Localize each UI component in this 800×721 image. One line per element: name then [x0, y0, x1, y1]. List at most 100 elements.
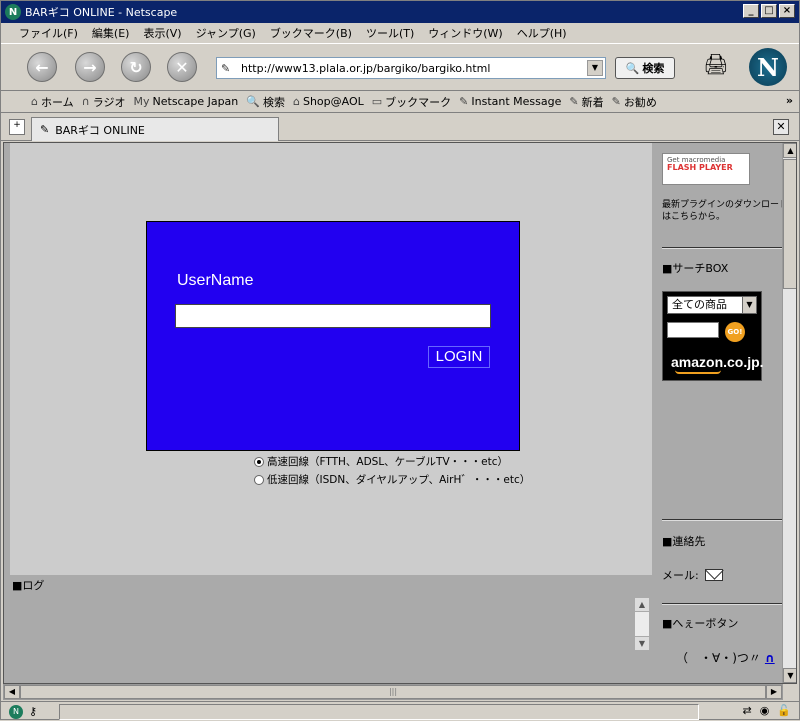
link-icon: ✎ — [459, 95, 469, 108]
menu-help[interactable]: ヘルプ(H) — [517, 25, 567, 41]
toolbar-item-new[interactable]: ✎ 新着 — [569, 94, 603, 110]
toolbar-item-radio[interactable]: ∩ ラジオ — [82, 94, 126, 110]
menu-go[interactable]: ジャンプ(G) — [196, 25, 256, 41]
forward-arrow-icon: → — [83, 57, 97, 77]
amazon-search-input[interactable] — [667, 322, 719, 338]
horizontal-scrollbar[interactable]: ◀ ||| ▶ — [3, 684, 783, 700]
print-icon[interactable]: 🖨 — [701, 52, 731, 82]
plugin-download-text: 最新プラグインのダウンロード はこちらから。 — [662, 200, 787, 222]
security-icon[interactable]: ⚷ — [29, 705, 37, 718]
close-tab-button[interactable]: ✕ — [773, 119, 789, 135]
scroll-up-arrow-icon[interactable]: ▲ — [635, 598, 649, 612]
toolbar-overflow-chevron-icon[interactable]: » — [786, 94, 793, 107]
toolbar-item-home[interactable]: ⌂ ホーム — [31, 94, 74, 110]
menu-view[interactable]: 表示(V) — [143, 25, 181, 41]
netscape-logo[interactable]: N — [749, 48, 787, 86]
title-bar: N BARギコ ONLINE - Netscape _ □ × — [1, 1, 799, 23]
log-scrollbar[interactable]: ▲ ▼ — [634, 597, 650, 651]
tab-bar: + ✎ BARギコ ONLINE ✕ — [1, 115, 799, 141]
home-icon: ⌂ — [31, 95, 38, 108]
page-content: UserName LOGIN 高速回線（FTTH、ADSL、ケーブルTV・・・e… — [3, 142, 797, 684]
reload-icon: ↻ — [129, 57, 143, 77]
new-tab-icon[interactable]: + — [9, 119, 25, 135]
flash-badge-name: FLASH PLAYER — [667, 163, 733, 172]
login-button[interactable]: LOGIN — [428, 346, 490, 368]
lock-icon[interactable]: 🔓 — [777, 704, 791, 717]
status-text-field — [59, 704, 699, 720]
tab-page-icon: ✎ — [40, 123, 50, 136]
url-text: http://www13.plala.or.jp/bargiko/bargiko… — [241, 61, 491, 75]
reload-button[interactable]: ↻ — [121, 52, 151, 82]
link-icon: ✎ — [611, 95, 621, 108]
toolbar-item-search[interactable]: 🔍 検索 — [246, 94, 285, 110]
search-button[interactable]: 🔍 検索 — [615, 57, 675, 79]
menu-window[interactable]: ウィンドウ(W) — [428, 25, 502, 41]
back-button[interactable]: ← — [27, 52, 57, 82]
menu-bookmarks[interactable]: ブックマーク(B) — [270, 25, 352, 41]
login-panel: UserName LOGIN — [146, 221, 520, 451]
url-dropdown-button[interactable]: ▼ — [587, 60, 603, 76]
search-button-label: 検索 — [642, 62, 665, 75]
my-icon: My — [133, 95, 150, 108]
right-sidebar: Get macromedia FLASH PLAYER 最新プラグインのダウンロ… — [652, 143, 788, 683]
toolbar-item-instant-message[interactable]: ✎ Instant Message — [459, 95, 561, 108]
netscape-status-icon[interactable]: N — [9, 704, 23, 719]
menu-file[interactable]: ファイル(F) — [19, 25, 78, 41]
radio-button-selected[interactable] — [254, 456, 264, 467]
scroll-down-arrow-icon[interactable]: ▼ — [635, 636, 649, 650]
minimize-button[interactable]: _ — [743, 4, 759, 18]
radio-button[interactable] — [254, 474, 264, 485]
menu-bar: ファイル(F) 編集(E) 表示(V) ジャンプ(G) ブックマーク(B) ツー… — [1, 23, 799, 43]
vertical-scrollbar[interactable]: ▲ ▼ — [782, 143, 796, 683]
mail-label: メール: — [662, 569, 699, 582]
username-input[interactable] — [175, 304, 491, 328]
mail-row: メール: — [662, 567, 723, 583]
bookmark-icon: ▭ — [371, 95, 383, 108]
hee-button-link[interactable]: ∩ — [765, 651, 775, 665]
page-icon: ✎ — [221, 61, 231, 75]
maximize-button[interactable]: □ — [761, 4, 777, 18]
forward-button[interactable]: → — [75, 52, 105, 82]
popup-blocker-icon[interactable]: ◉ — [760, 704, 770, 717]
toolbar-item-bookmarks[interactable]: ▭ ブックマーク — [372, 94, 451, 110]
window-title: BARギコ ONLINE - Netscape — [25, 6, 178, 19]
mail-icon[interactable] — [704, 569, 723, 581]
radio-highspeed[interactable]: 高速回線（FTTH、ADSL、ケーブルTV・・・etc） — [254, 454, 508, 469]
connection-icon: ⇄ — [742, 704, 752, 717]
contact-heading: ■連絡先 — [662, 535, 706, 548]
amazon-go-button[interactable]: GO! — [725, 322, 745, 342]
toolbar-item-shop[interactable]: ⌂ Shop@AOL — [293, 95, 364, 108]
menu-tools[interactable]: ツール(T) — [366, 25, 414, 41]
username-label: UserName — [177, 272, 254, 289]
search-box-heading: ■サーチBOX — [662, 262, 729, 275]
amazon-category-select[interactable]: 全ての商品 ▼ — [667, 296, 757, 314]
magnifier-icon: 🔍 — [625, 61, 640, 75]
scroll-thumb[interactable] — [783, 159, 796, 289]
close-button[interactable]: × — [779, 4, 795, 18]
toolbar-item-netscape-japan[interactable]: My Netscape Japan — [134, 95, 239, 108]
divider — [662, 603, 788, 605]
tab-bargiko[interactable]: ✎ BARギコ ONLINE — [31, 117, 279, 141]
url-field[interactable]: ✎ http://www13.plala.or.jp/bargiko/bargi… — [216, 57, 606, 79]
stop-icon: ✕ — [175, 57, 189, 77]
log-heading: ■ログ — [12, 579, 45, 592]
radio-lowspeed[interactable]: 低速回線（ISDN、ダイヤルアップ、AirH゛・・・etc） — [254, 472, 530, 487]
menu-edit[interactable]: 編集(E) — [92, 25, 130, 41]
search-icon: 🔍 — [246, 95, 260, 108]
hee-face: （ ・∀・)つ〃 — [676, 651, 761, 665]
scroll-down-arrow-icon[interactable]: ▼ — [783, 668, 796, 683]
chevron-down-icon[interactable]: ▼ — [742, 297, 756, 313]
flash-player-badge[interactable]: Get macromedia FLASH PLAYER — [662, 153, 750, 185]
scroll-up-arrow-icon[interactable]: ▲ — [783, 143, 796, 158]
toolbar-item-recommended[interactable]: ✎ お勧め — [612, 94, 657, 110]
scroll-left-arrow-icon[interactable]: ◀ — [4, 685, 20, 699]
main-frame: UserName LOGIN 高速回線（FTTH、ADSL、ケーブルTV・・・e… — [10, 143, 652, 575]
status-right-icons: ⇄ ◉ 🔓 — [742, 704, 791, 717]
stop-button[interactable]: ✕ — [167, 52, 197, 82]
navigation-toolbar: ← → ↻ ✕ ✎ http://www13.plala.or.jp/bargi… — [1, 43, 799, 91]
netscape-icon: N — [5, 4, 21, 20]
amazon-logo[interactable]: amazon.co.jp. — [671, 354, 764, 374]
scroll-thumb[interactable]: ||| — [20, 685, 766, 699]
scroll-right-arrow-icon[interactable]: ▶ — [766, 685, 782, 699]
divider — [662, 519, 788, 521]
